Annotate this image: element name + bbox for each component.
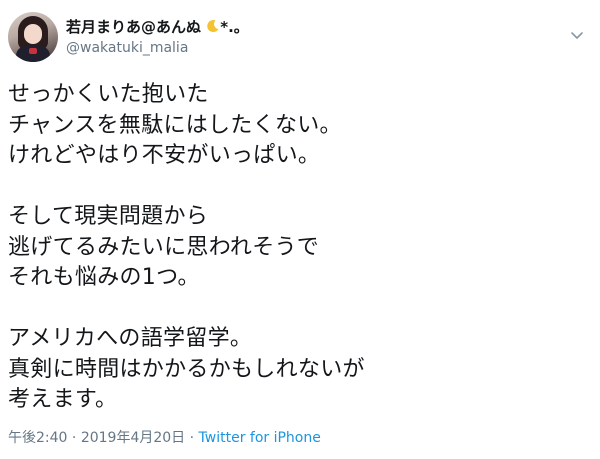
display-name-text: 若月まりあ@あんぬ bbox=[66, 18, 202, 36]
tweet-card: 若月まりあ@あんぬ *.。 @wakatuki_malia せっかくいた抱いた … bbox=[0, 0, 600, 459]
meta-separator: · bbox=[189, 430, 195, 446]
tweet-line: チャンスを無駄にはしたくない。 bbox=[8, 112, 342, 138]
display-name-decoration: *.。 bbox=[220, 18, 249, 36]
tweet-time[interactable]: 午後2:40 bbox=[8, 430, 67, 446]
tweet-line: そして現実問題から bbox=[8, 204, 209, 229]
tweet-date[interactable]: 2019年4月20日 bbox=[81, 430, 185, 446]
tweet-line: 逃げてるみたいに思われそうで bbox=[8, 234, 320, 260]
tweet-line: それも悩みの1つ。 bbox=[8, 265, 200, 290]
tweet-line: せっかくいた抱いた bbox=[8, 82, 209, 107]
tweet-line: 真剣に時間はかかるかもしれないが bbox=[8, 356, 365, 382]
tweet-source-link[interactable]: Twitter for iPhone bbox=[199, 430, 321, 446]
tweet-line: 考えます。 bbox=[8, 387, 118, 412]
tweet-metadata: 午後2:40 · 2019年4月20日 · Twitter for iPhone bbox=[8, 429, 321, 447]
avatar-bow bbox=[29, 48, 37, 54]
display-name[interactable]: 若月まりあ@あんぬ *.。 bbox=[66, 17, 249, 37]
chevron-down-icon[interactable] bbox=[568, 26, 586, 44]
tweet-line: アメリカへの語学留学。 bbox=[8, 326, 253, 351]
tweet-text: せっかくいた抱いた チャンスを無駄にはしたくない。 けれどやはり不安がいっぱい。… bbox=[8, 80, 588, 416]
crescent-moon-icon bbox=[206, 17, 220, 37]
user-names: 若月まりあ@あんぬ *.。 @wakatuki_malia bbox=[66, 17, 249, 58]
meta-separator: · bbox=[71, 430, 77, 446]
username[interactable]: @wakatuki_malia bbox=[66, 38, 249, 58]
avatar[interactable] bbox=[8, 12, 58, 62]
avatar-face bbox=[24, 24, 42, 44]
tweet-line: けれどやはり不安がいっぱい。 bbox=[8, 143, 321, 168]
tweet-header: 若月まりあ@あんぬ *.。 @wakatuki_malia bbox=[8, 12, 592, 68]
